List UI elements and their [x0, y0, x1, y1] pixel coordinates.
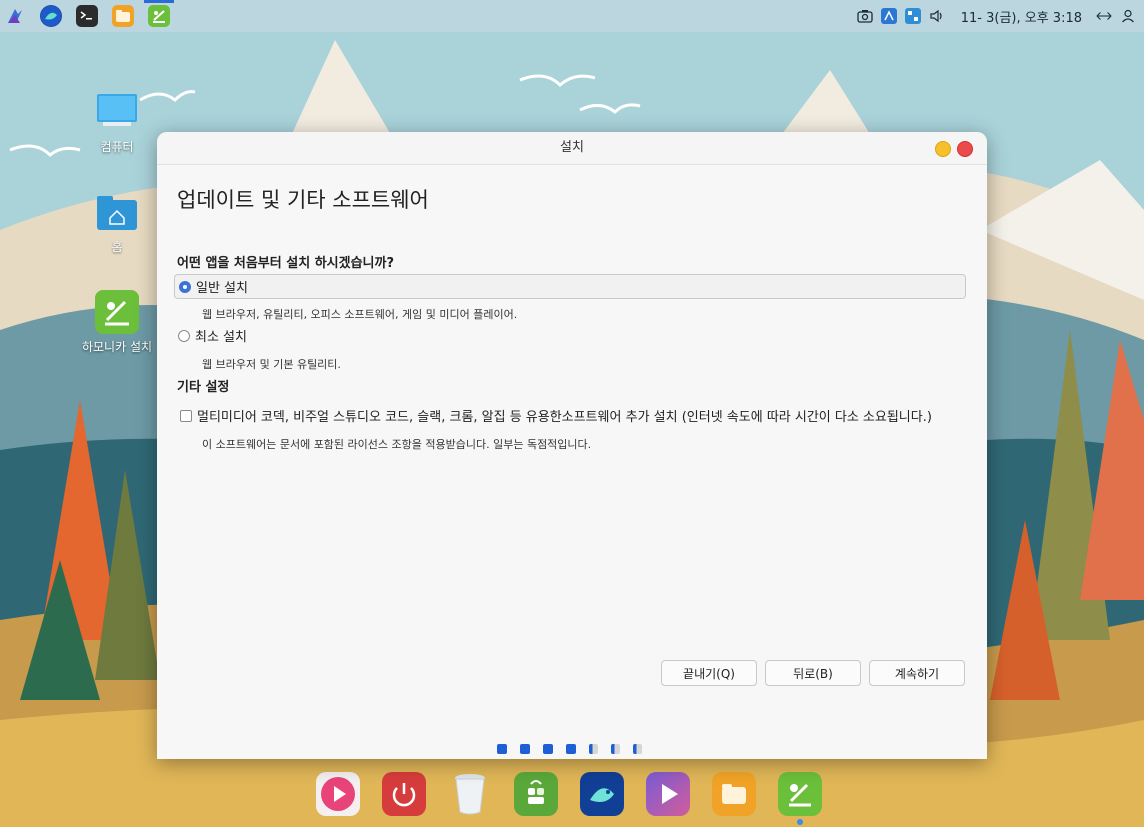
home-folder-icon — [95, 190, 139, 234]
screenshot-icon[interactable] — [857, 8, 873, 24]
close-button[interactable] — [957, 141, 973, 157]
trash-icon[interactable] — [448, 772, 492, 816]
browser-icon[interactable] — [40, 5, 62, 27]
power-icon[interactable] — [382, 772, 426, 816]
continue-button[interactable]: 계속하기 — [869, 660, 965, 686]
option-minimal-install[interactable]: 최소 설치 — [174, 324, 247, 347]
computer-icon — [95, 90, 139, 134]
video-player-icon[interactable] — [646, 772, 690, 816]
option-label: 일반 설치 — [196, 281, 248, 296]
desktop-icon-label: 컴퓨터 — [100, 140, 134, 154]
desktop-icon-computer[interactable]: 컴퓨터 — [72, 90, 162, 155]
desktop-icon-installer[interactable]: 하모니카 설치 — [72, 290, 162, 355]
network-icon[interactable] — [904, 8, 921, 24]
option-label: 최소 설치 — [195, 330, 247, 345]
window-title: 설치 — [560, 140, 584, 155]
user-icon[interactable] — [1120, 8, 1136, 24]
progress-step-pending — [611, 744, 620, 754]
installer-window: 설치 업데이트 및 기타 소프트웨어 어떤 앱을 처음부터 설치 하시겠습니까?… — [157, 132, 987, 759]
installer-icon[interactable] — [144, 0, 174, 27]
third-party-label: 멀티미디어 코덱, 비주얼 스튜디오 코드, 슬랙, 크롬, 알집 등 유용한소… — [197, 410, 932, 425]
back-button[interactable]: 뒤로(B) — [765, 660, 861, 686]
terminal-icon[interactable] — [76, 5, 98, 27]
volume-icon[interactable] — [929, 8, 945, 24]
progress-step-done — [543, 744, 553, 754]
page-title: 업데이트 및 기타 소프트웨어 — [177, 188, 429, 212]
progress-step-done — [497, 744, 507, 754]
files-icon[interactable] — [712, 772, 756, 816]
window-titlebar[interactable]: 설치 — [157, 132, 987, 165]
dock — [304, 763, 838, 825]
minimal-install-radio[interactable] — [178, 329, 190, 342]
app-store-icon[interactable] — [514, 772, 558, 816]
panel-app-list — [0, 0, 174, 27]
third-party-description: 이 소프트웨어는 문서에 포함된 라이선스 조항을 적용받습니다. 일부는 독점… — [202, 438, 592, 451]
desktop-icon-label: 하모니카 설치 — [81, 340, 153, 354]
files-icon[interactable] — [112, 5, 134, 27]
option-normal-install[interactable]: 일반 설치 — [174, 274, 966, 299]
progress-step-pending — [633, 744, 642, 754]
install-question: 어떤 앱을 처음부터 설치 하시겠습니까? — [177, 256, 395, 271]
progress-step-pending — [589, 744, 598, 754]
progress-step-done — [520, 744, 530, 754]
installer-icon[interactable] — [778, 772, 822, 825]
clock[interactable]: 11- 3(금), 오후 3:18 — [961, 7, 1082, 26]
normal-install-radio[interactable] — [179, 280, 191, 293]
desktop-icon-home[interactable]: 홈 — [72, 190, 162, 255]
other-settings-heading: 기타 설정 — [177, 380, 230, 395]
option-description: 웹 브라우저, 유틸리티, 오피스 소프트웨어, 게임 및 미디어 플레이어. — [202, 308, 518, 321]
install-progress — [497, 744, 642, 754]
desktop-icon-label: 홈 — [111, 240, 123, 254]
system-tray: 11- 3(금), 오후 3:18 — [857, 0, 1136, 32]
launcher-icon[interactable] — [4, 5, 26, 27]
quit-button[interactable]: 끝내기(Q) — [661, 660, 757, 686]
installer-icon — [95, 290, 139, 334]
media-icon[interactable] — [316, 772, 360, 816]
third-party-software-option[interactable]: 멀티미디어 코덱, 비주얼 스튜디오 코드, 슬랙, 크롬, 알집 등 유용한소… — [180, 406, 932, 425]
progress-step-done — [566, 744, 576, 754]
window-content: 업데이트 및 기타 소프트웨어 어떤 앱을 처음부터 설치 하시겠습니까? 일반… — [174, 164, 967, 759]
minimize-button[interactable] — [935, 141, 951, 157]
option-description: 웹 브라우저 및 기본 유틸리티. — [202, 358, 341, 371]
top-panel: 11- 3(금), 오후 3:18 — [0, 0, 1144, 32]
browser-icon[interactable] — [580, 772, 624, 816]
third-party-checkbox[interactable] — [180, 409, 192, 422]
input-method-icon[interactable] — [880, 8, 897, 24]
switch-arrows-icon[interactable] — [1096, 8, 1112, 24]
